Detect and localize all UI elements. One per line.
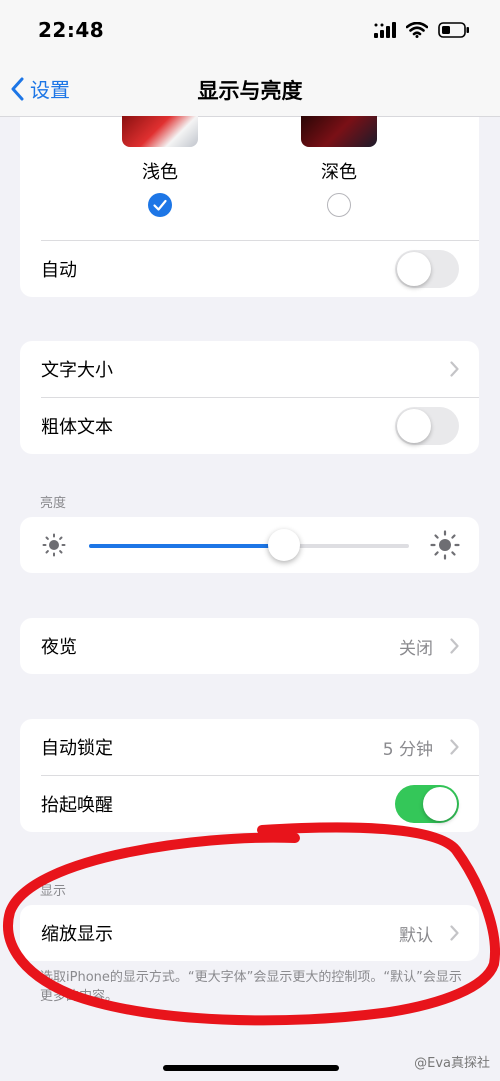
battery-icon bbox=[438, 22, 469, 38]
auto-lock-value: 5 分钟 bbox=[382, 739, 433, 760]
light-appearance-preview[interactable] bbox=[122, 116, 198, 147]
dark-appearance-label: 深色 bbox=[321, 162, 357, 183]
auto-lock-label: 自动锁定 bbox=[41, 738, 113, 759]
display-header: 显示 bbox=[40, 884, 67, 899]
status-time: 22:48 bbox=[38, 18, 105, 42]
home-indicator[interactable] bbox=[163, 1065, 339, 1071]
brightness-slider[interactable] bbox=[89, 544, 409, 548]
brightness-fill bbox=[89, 544, 285, 548]
display-zoom-footer: 选取iPhone的显示方式。“更大字体”会显示更大的控制项。“默认”会显示更多的… bbox=[40, 970, 462, 1004]
auto-lock-row[interactable]: 自动锁定 5 分钟 bbox=[20, 719, 479, 775]
dark-appearance-radio[interactable] bbox=[327, 193, 351, 217]
auto-appearance-toggle[interactable] bbox=[395, 250, 459, 288]
checkmark-icon bbox=[153, 199, 167, 211]
auto-appearance-label: 自动 bbox=[41, 260, 77, 281]
night-shift-value: 关闭 bbox=[399, 638, 433, 659]
display-zoom-row[interactable]: 缩放显示 默认 bbox=[20, 905, 479, 961]
chevron-right-icon bbox=[450, 638, 459, 654]
light-appearance-label: 浅色 bbox=[142, 162, 178, 183]
brightness-slider-knob[interactable] bbox=[268, 529, 301, 561]
night-shift-row[interactable]: 夜览 关闭 bbox=[20, 618, 479, 674]
text-card: 文字大小 粗体文本 bbox=[20, 341, 479, 454]
display-zoom-label: 缩放显示 bbox=[41, 924, 113, 945]
display-card: 缩放显示 默认 bbox=[20, 905, 479, 961]
brightness-card bbox=[20, 517, 479, 573]
dark-appearance-preview[interactable] bbox=[301, 116, 377, 147]
auto-appearance-row[interactable]: 自动 bbox=[20, 241, 479, 297]
wifi-icon bbox=[406, 22, 428, 38]
status-icons bbox=[374, 22, 470, 38]
brightness-header: 亮度 bbox=[40, 496, 67, 511]
text-size-row[interactable]: 文字大小 bbox=[20, 341, 479, 397]
light-appearance-radio[interactable] bbox=[148, 193, 172, 217]
watermark: @Eva真探社 bbox=[414, 1056, 490, 1071]
raise-to-wake-toggle[interactable] bbox=[395, 785, 459, 823]
raise-to-wake-label: 抬起唤醒 bbox=[41, 795, 113, 816]
night-shift-label: 夜览 bbox=[41, 637, 77, 658]
raise-to-wake-row[interactable]: 抬起唤醒 bbox=[20, 776, 479, 832]
lock-card: 自动锁定 5 分钟 抬起唤醒 bbox=[20, 719, 479, 832]
navigation-bar: 设置 显示与亮度 bbox=[0, 64, 500, 117]
night-shift-card: 夜览 关闭 bbox=[20, 618, 479, 674]
bold-text-label: 粗体文本 bbox=[41, 417, 113, 438]
sun-large-icon bbox=[430, 530, 460, 560]
text-size-label: 文字大小 bbox=[41, 360, 113, 381]
chevron-right-icon bbox=[450, 925, 459, 941]
chevron-right-icon bbox=[450, 739, 459, 755]
status-bar: 22:48 bbox=[0, 0, 500, 64]
chevron-right-icon bbox=[450, 361, 459, 377]
bold-text-toggle[interactable] bbox=[395, 407, 459, 445]
page-title: 显示与亮度 bbox=[197, 79, 303, 103]
sun-small-icon bbox=[42, 533, 66, 557]
cellular-signal-icon bbox=[374, 22, 396, 38]
display-zoom-value: 默认 bbox=[399, 925, 433, 946]
bold-text-row[interactable]: 粗体文本 bbox=[20, 398, 479, 454]
